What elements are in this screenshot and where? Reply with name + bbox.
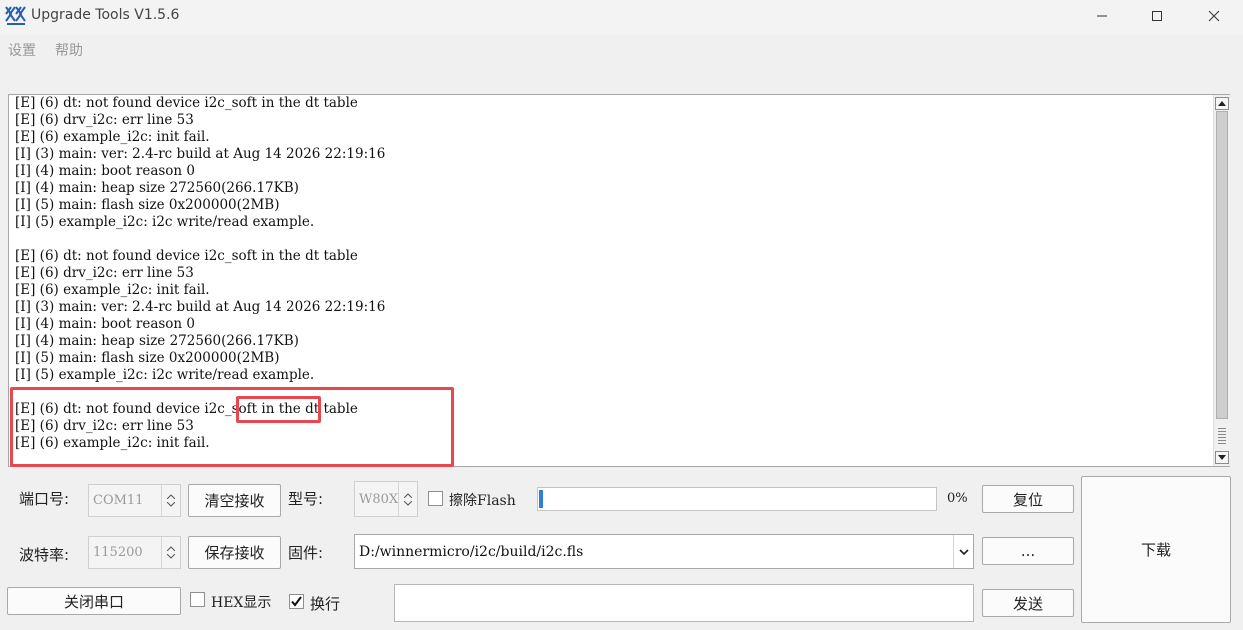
minimize-button[interactable] — [1072, 0, 1132, 32]
baud-select[interactable]: 115200 — [88, 536, 181, 569]
log-line: [I] (5) main: flash size 0x200000(2MB) — [15, 197, 280, 213]
log-line: [I] (5) main: flash size 0x200000(2MB) — [15, 350, 280, 366]
chevron-down-icon — [404, 500, 412, 506]
window-title: Upgrade Tools V1.5.6 — [31, 7, 180, 23]
save-receive-button[interactable]: 保存接收 — [188, 536, 281, 569]
close-button[interactable] — [1184, 0, 1243, 32]
browse-firmware-button[interactable]: ... — [982, 537, 1074, 565]
app-logo-icon — [5, 6, 26, 25]
maximize-button[interactable] — [1127, 0, 1187, 32]
title-bar: Upgrade Tools V1.5.6 — [0, 0, 1243, 34]
chevron-down-icon — [167, 502, 175, 507]
progress-fill — [539, 490, 543, 508]
firmware-dropdown-arrow[interactable] — [953, 535, 973, 568]
checkmark-icon — [291, 596, 302, 607]
scroll-down-icon — [1218, 455, 1226, 460]
erase-flash-checkbox[interactable] — [428, 491, 443, 506]
log-line: [E] (6) drv_i2c: err line 53 — [15, 112, 194, 128]
log-line: [E] (6) example_i2c: init fail. — [15, 282, 210, 298]
log-line: [E] (6) dt: not found device i2c_soft in… — [15, 248, 358, 264]
firmware-label: 固件: — [288, 544, 324, 562]
log-line: [E] (6) drv_i2c: err line 53 — [15, 265, 194, 281]
close-icon — [1208, 10, 1220, 22]
log-line: [E] (6) dt: not found device i2c_soft in… — [15, 95, 358, 111]
log-line: [I] (4) main: boot reason 0 — [15, 163, 196, 179]
menu-bar: 设置 帮助 — [0, 36, 1243, 62]
model-value: W80X — [359, 492, 399, 507]
error-highlight-box — [10, 387, 454, 467]
log-scrollbar[interactable] — [1213, 95, 1230, 466]
device-name-highlight-box — [236, 396, 321, 423]
erase-flash-label: 擦除Flash — [449, 493, 516, 509]
model-select[interactable]: W80X — [354, 481, 418, 517]
model-spin-arrows[interactable] — [398, 482, 417, 516]
minimize-icon — [1097, 15, 1107, 17]
port-value: COM11 — [93, 493, 144, 508]
clear-receive-button[interactable]: 清空接收 — [188, 484, 281, 517]
chevron-up-icon — [167, 494, 175, 499]
scroll-up-button[interactable] — [1215, 97, 1229, 110]
scroll-up-icon — [1218, 101, 1226, 106]
chevron-up-icon — [404, 492, 412, 498]
scroll-down-button[interactable] — [1215, 451, 1229, 464]
download-button[interactable]: 下载 — [1081, 476, 1231, 623]
download-progress-bar — [537, 487, 937, 511]
log-line: [I] (5) example_i2c: i2c write/read exam… — [15, 367, 315, 383]
model-label: 型号: — [288, 490, 324, 508]
port-spin-arrows[interactable] — [161, 485, 180, 516]
baud-spin-arrows[interactable] — [161, 537, 180, 568]
reset-button[interactable]: 复位 — [982, 485, 1074, 513]
scroll-grip[interactable] — [1218, 428, 1226, 446]
send-input[interactable] — [394, 584, 974, 622]
firmware-path-combo[interactable]: D:/winnermicro/i2c/build/i2c.fls — [354, 534, 974, 569]
newline-label: 换行 — [310, 595, 341, 613]
menu-help[interactable]: 帮助 — [55, 40, 83, 60]
log-line: [I] (4) main: heap size 272560(266.17KB) — [15, 333, 299, 349]
baud-value: 115200 — [93, 545, 143, 560]
send-button[interactable]: 发送 — [982, 589, 1074, 617]
chevron-up-icon — [167, 546, 175, 551]
firmware-path-value: D:/winnermicro/i2c/build/i2c.fls — [359, 544, 584, 560]
log-line: [I] (4) main: heap size 272560(266.17KB) — [15, 180, 299, 196]
baud-label: 波特率: — [19, 546, 70, 564]
chevron-down-icon — [958, 548, 969, 555]
close-port-button[interactable]: 关闭串口 — [7, 587, 181, 615]
log-line: [E] (6) example_i2c: init fail. — [15, 129, 210, 145]
log-line: [I] (3) main: ver: 2.4-rc build at Aug 1… — [15, 146, 386, 162]
newline-checkbox[interactable] — [289, 594, 304, 609]
log-line: [I] (4) main: boot reason 0 — [15, 316, 196, 332]
maximize-icon — [1152, 11, 1162, 21]
log-line: [I] (3) main: ver: 2.4-rc build at Aug 1… — [15, 299, 386, 315]
port-label: 端口号: — [19, 490, 70, 508]
menu-settings[interactable]: 设置 — [8, 40, 36, 60]
chevron-down-icon — [167, 554, 175, 559]
progress-text: 0% — [947, 491, 968, 506]
log-line: [I] (5) example_i2c: i2c write/read exam… — [15, 214, 315, 230]
scroll-thumb[interactable] — [1216, 111, 1228, 419]
hex-display-label: HEX显示 — [211, 595, 272, 611]
hex-display-checkbox[interactable] — [190, 592, 205, 607]
port-select[interactable]: COM11 — [88, 484, 181, 517]
